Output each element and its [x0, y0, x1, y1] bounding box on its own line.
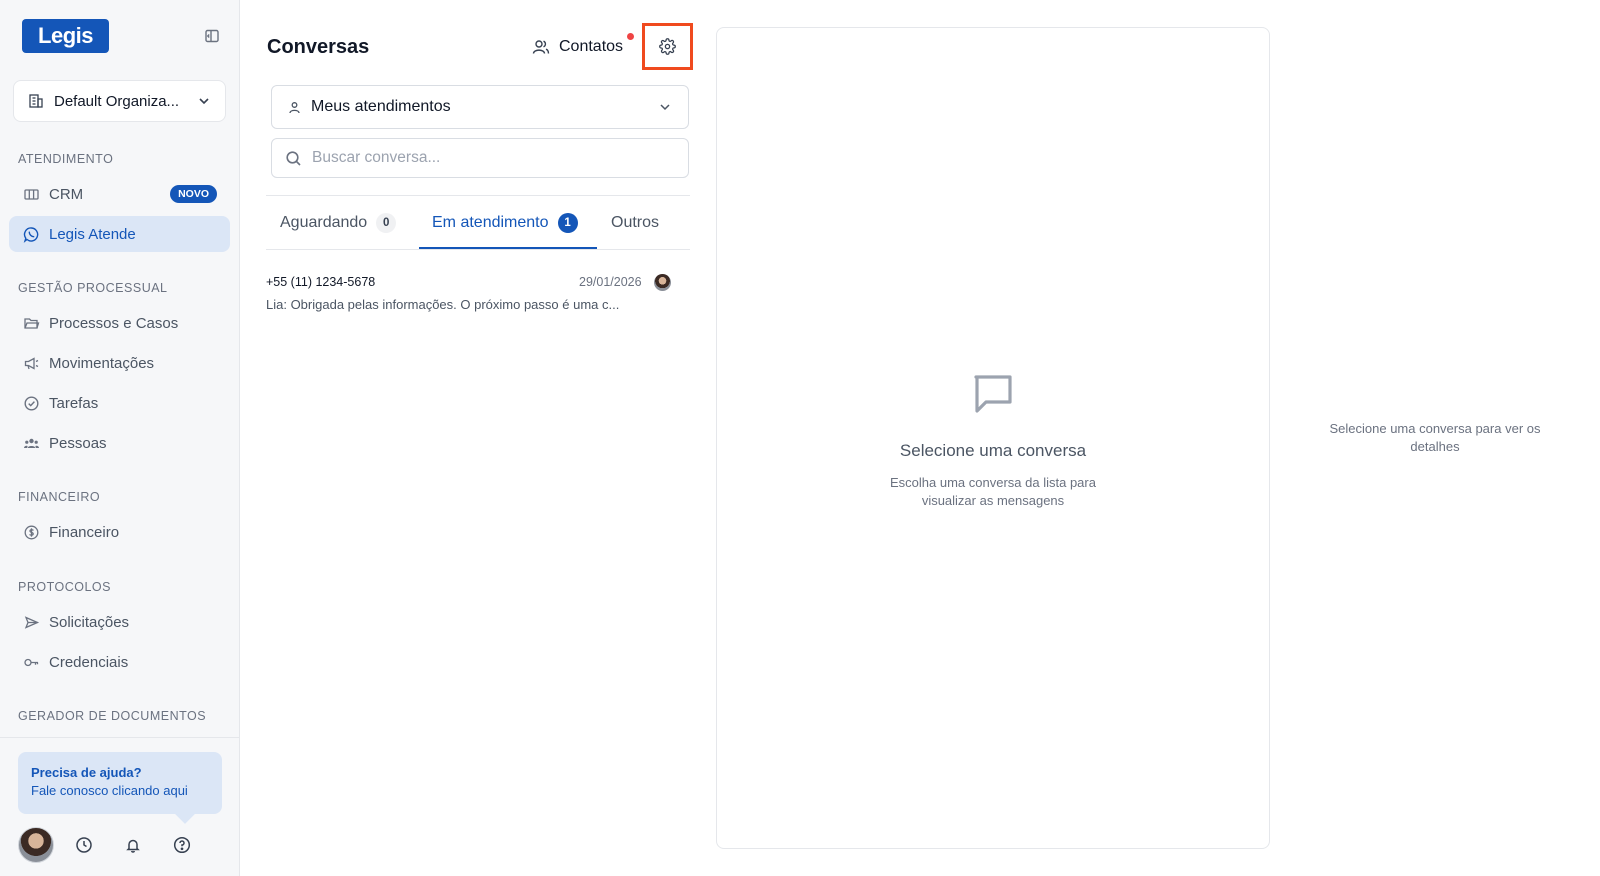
sidebar-item-financeiro[interactable]: Financeiro	[9, 514, 230, 550]
help-card[interactable]: Precisa de ajuda? Fale conosco clicando …	[18, 752, 222, 824]
tabs-divider-bottom	[266, 249, 690, 250]
notification-dot	[627, 33, 634, 40]
key-icon	[23, 654, 40, 671]
user-icon	[288, 101, 301, 114]
dollar-circle-icon	[23, 524, 40, 541]
section-title-atendimento: ATENDIMENTO	[18, 152, 114, 166]
whatsapp-icon	[23, 226, 40, 243]
organization-name: Default Organiza...	[54, 92, 180, 110]
section-title-protocolos: PROTOCOLOS	[18, 580, 111, 594]
sidebar-item-label: Solicitações	[49, 613, 130, 631]
new-badge: NOVO	[170, 185, 217, 203]
tab-em-atendimento[interactable]: Em atendimento 1	[432, 207, 578, 249]
sidebar-divider	[0, 737, 240, 738]
filter-value: Meus atendimentos	[311, 98, 451, 115]
tab-count-badge: 0	[376, 213, 397, 233]
tab-label: Em atendimento	[432, 214, 549, 231]
tab-outros[interactable]: Outros	[611, 207, 659, 249]
conversation-phone: +55 (11) 1234-5678	[266, 275, 376, 289]
empty-state-subtitle-line: visualizar as mensagens	[921, 493, 1065, 508]
details-empty-text: Selecione uma conversa para ver os detal…	[1310, 420, 1560, 456]
settings-button[interactable]	[642, 23, 693, 70]
sidebar-item-label: Credenciais	[49, 653, 129, 671]
section-title-gerador: GERADOR DE DOCUMENTOS	[18, 709, 207, 723]
help-circle-icon[interactable]	[173, 836, 191, 854]
sidebar-item-crm[interactable]: CRM NOVO	[9, 176, 230, 212]
empty-state-title: Selecione uma conversa	[899, 441, 1087, 460]
sidebar-item-label: Processos e Casos	[49, 314, 179, 332]
help-title: Precisa de ajuda?	[31, 765, 142, 780]
section-title-financeiro: FINANCEIRO	[18, 490, 101, 504]
sidebar-item-label: Financeiro	[49, 523, 120, 541]
page-title: Conversas	[267, 36, 370, 58]
sidebar-item-movimentacoes[interactable]: Movimentações	[9, 345, 230, 381]
users-icon	[532, 38, 550, 56]
folder-open-icon	[23, 315, 40, 332]
message-panel	[716, 27, 1270, 849]
sidebar-item-label: CRM	[49, 185, 84, 203]
sidebar-item-label: Movimentações	[49, 354, 155, 372]
send-icon	[23, 614, 40, 631]
sidebar-item-label: Legis Atende	[49, 225, 136, 243]
contacts-label: Contatos	[559, 38, 624, 55]
sidebar-item-pessoas[interactable]: Pessoas	[9, 425, 230, 461]
kanban-icon	[23, 186, 40, 203]
sidebar-item-legis-atende[interactable]: Legis Atende	[9, 216, 230, 252]
details-empty-line: Selecione uma conversa para ver os	[1329, 421, 1541, 436]
sidebar-item-label: Tarefas	[49, 394, 99, 412]
search-box	[271, 138, 689, 178]
chat-bubble-icon	[969, 370, 1017, 418]
attendance-filter-select[interactable]: Meus atendimentos	[271, 85, 689, 129]
megaphone-icon	[23, 355, 40, 372]
conversation-date: 29/01/2026	[579, 275, 642, 289]
sidebar-item-solicitacoes[interactable]: Solicitações	[9, 604, 230, 640]
search-icon	[285, 150, 302, 167]
empty-state-subtitle-line: Escolha uma conversa da lista para	[890, 475, 1096, 490]
sidebar-item-label: Pessoas	[49, 434, 107, 452]
conversation-list-item[interactable]: +55 (11) 1234-5678 29/01/2026 Lia: Obrig…	[266, 270, 676, 320]
building-icon	[28, 93, 44, 109]
contacts-button[interactable]: Contatos	[532, 34, 623, 60]
organization-select[interactable]: Default Organiza...	[13, 80, 226, 122]
sidebar-collapse-icon[interactable]	[204, 28, 220, 44]
tab-label: Outros	[611, 214, 660, 231]
chevron-down-icon	[658, 100, 672, 114]
sidebar-item-credenciais[interactable]: Credenciais	[9, 644, 230, 680]
search-input[interactable]	[312, 149, 675, 167]
conversation-preview: Lia: Obrigada pelas informações. O próxi…	[266, 297, 620, 312]
history-clock-icon[interactable]	[75, 836, 93, 854]
tab-label: Aguardando	[280, 214, 368, 231]
empty-state-subtitle: Escolha uma conversa da lista para visua…	[716, 474, 1270, 510]
tab-aguardando[interactable]: Aguardando 0	[280, 207, 397, 249]
people-icon	[23, 435, 40, 452]
legis-logo[interactable]: Legis	[22, 19, 109, 53]
help-subtitle: Fale conosco clicando aqui	[31, 783, 188, 798]
check-circle-icon	[23, 395, 40, 412]
agent-avatar	[654, 274, 671, 291]
sidebar-item-processos[interactable]: Processos e Casos	[9, 305, 230, 341]
sidebar-bottom-bar	[18, 827, 222, 863]
gear-icon	[659, 38, 676, 55]
tabs-divider-top	[266, 195, 690, 196]
details-empty-line: detalhes	[1410, 439, 1460, 454]
help-card-tail	[175, 804, 195, 824]
chevron-down-icon	[197, 94, 211, 108]
bell-icon[interactable]	[124, 836, 142, 854]
user-avatar[interactable]	[18, 827, 54, 863]
tab-count-badge: 1	[557, 213, 578, 233]
sidebar: Legis Default Organiza... ATENDIMENTO CR…	[0, 0, 240, 876]
section-title-gestao: GESTÃO PROCESSUAL	[18, 281, 168, 295]
sidebar-item-tarefas[interactable]: Tarefas	[9, 385, 230, 421]
